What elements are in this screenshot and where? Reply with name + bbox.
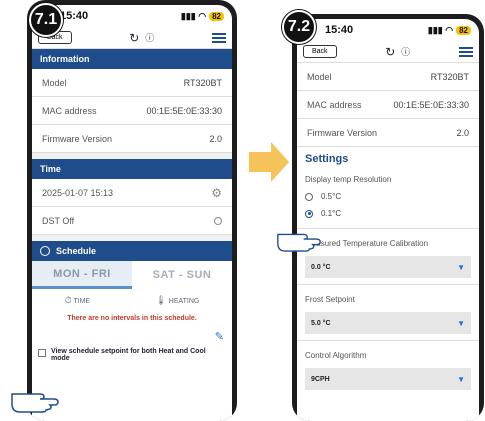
legend-time-label: TIME [73,297,91,305]
radio-label: 0.1°C [321,209,342,218]
info-icon[interactable]: ⓘ [145,31,154,44]
thermometer-icon: 🌡 [155,294,167,305]
info-row-mac: MAC address 00:1E:5E:0E:33:30 [32,97,232,125]
radio-0-1[interactable]: 0.1°C [297,205,479,222]
datetime-value: 2025-01-07 15:13 [42,187,114,198]
radio-button-selected[interactable] [305,209,313,218]
view-setpoint-checkbox[interactable] [38,349,46,357]
phone-left: 15:40 ▮▮▮ ◠ 82 Back ↻ ⓘ Information Model… [27,0,237,421]
chevron-down-icon: ▼ [457,262,465,272]
chevron-down-icon: ▼ [457,318,465,328]
pointing-hand-icon [277,233,321,252]
info-key: Model [42,77,67,88]
battery-icon: 82 [209,11,224,21]
divider [297,228,479,229]
info-key: Firmware Version [307,127,378,138]
algorithm-select[interactable]: 9CPH ▼ [305,368,471,390]
pointing-hand-icon [11,393,59,413]
legend-time: ⏱ TIME [65,295,91,306]
screen-left: 15:40 ▮▮▮ ◠ 82 Back ↻ ⓘ Information Model… [32,5,232,421]
calibration-select[interactable]: 0.0 °C ▼ [305,256,471,278]
battery-icon: 82 [456,25,471,35]
status-bar: 15:40 ▮▮▮ ◠ 82 [297,19,479,41]
gear-icon[interactable]: ⚙ [211,186,222,200]
info-row-mac: MAC address 00:1E:5E:0E:33:30 [297,91,479,119]
divider [297,284,479,285]
legend-heating: 🌡 HEATING [155,295,199,306]
dst-value: DST Off [42,215,75,226]
status-time: 15:40 [60,10,89,22]
info-key: Model [307,71,332,82]
view-setpoint-row[interactable]: View schedule setpoint for both Heat and… [32,348,232,362]
schedule-title: Schedule [56,246,97,256]
select-value: 5.0 °C [311,319,331,327]
dst-radio[interactable] [214,216,222,225]
select-value: 9CPH [311,375,330,383]
signal-icons: ▮▮▮ ◠ 82 [181,11,224,22]
sync-icon[interactable]: ↻ [129,31,139,45]
app-bar: Back ↻ ⓘ [32,27,232,49]
info-value: RT320BT [430,71,469,82]
phone-right: 15:40 ▮▮▮ ◠ 82 Back ↻ ⓘ Model RT320BT MAC … [292,14,484,421]
edit-area: ✎ [32,326,232,348]
settings-title: Settings [305,153,349,165]
timer-icon: ⏱ [64,294,72,305]
datetime-row: 2025-01-07 15:13 ⚙ [32,179,232,207]
step-badge-right: 7.2 [282,10,316,44]
divider [297,340,479,341]
frost-label: Frost Setpoint [305,295,355,304]
tab-sat-sun[interactable]: SAT - SUN [132,261,232,289]
info-value: 2.0 [456,127,469,138]
arrow-right-icon [249,142,289,182]
chevron-down-icon: ▼ [457,374,465,384]
schedule-icon [40,246,50,256]
signal-icons: ▮▮▮ ◠ 82 [428,25,471,36]
info-key: MAC address [42,105,97,116]
resolution-label: Display temp Resolution [305,175,392,184]
app-bar-icons: ↻ ⓘ [129,31,154,45]
info-key: MAC address [307,99,362,110]
radio-label: 0.5°C [321,192,342,201]
step-badge-left: 7.1 [29,3,63,37]
empty-schedule-message: There are no intervals in this schedule. [67,315,197,322]
pencil-icon[interactable]: ✎ [215,330,224,343]
legend-heating-label: HEATING [168,297,200,305]
select-value: 0.0 °C [311,263,331,271]
info-value: 00:1E:5E:0E:33:30 [146,105,222,116]
info-row-model: Model RT320BT [32,69,232,97]
info-value: RT320BT [183,77,222,88]
menu-icon[interactable] [458,46,473,57]
view-setpoint-label: View schedule setpoint for both Heat and… [51,348,206,362]
radio-0-5[interactable]: 0.5°C [297,188,479,205]
schedule-legend: ⏱ TIME 🌡 HEATING [32,289,232,311]
info-row-firmware: Firmware Version 2.0 [297,119,479,147]
app-bar-icons: ↻ ⓘ [385,45,410,59]
information-header: Information [32,49,232,69]
menu-icon[interactable] [211,32,226,43]
info-value: 2.0 [209,133,222,144]
info-value: 00:1E:5E:0E:33:30 [393,99,469,110]
dst-row: DST Off [32,207,232,235]
frost-select[interactable]: 5.0 °C ▼ [305,312,471,334]
time-header: Time [32,159,232,179]
tab-mon-fri[interactable]: MON - FRI [32,261,132,289]
info-key: Firmware Version [42,133,113,144]
screen-right: 15:40 ▮▮▮ ◠ 82 Back ↻ ⓘ Model RT320BT MAC … [297,19,479,421]
info-row-model: Model RT320BT [297,63,479,91]
radio-button[interactable] [305,192,313,201]
schedule-header: Schedule [32,241,232,261]
status-time: 15:40 [325,24,354,36]
info-icon[interactable]: ⓘ [401,45,410,58]
sync-icon[interactable]: ↻ [385,45,395,59]
back-button[interactable]: Back [303,45,337,58]
schedule-tabs: MON - FRI SAT - SUN [32,261,232,289]
algorithm-label: Control Algorithm [305,351,367,360]
app-bar: Back ↻ ⓘ [297,41,479,63]
calibration-label: Measured Temperature Calibration [305,239,429,248]
info-row-firmware: Firmware Version 2.0 [32,125,232,153]
